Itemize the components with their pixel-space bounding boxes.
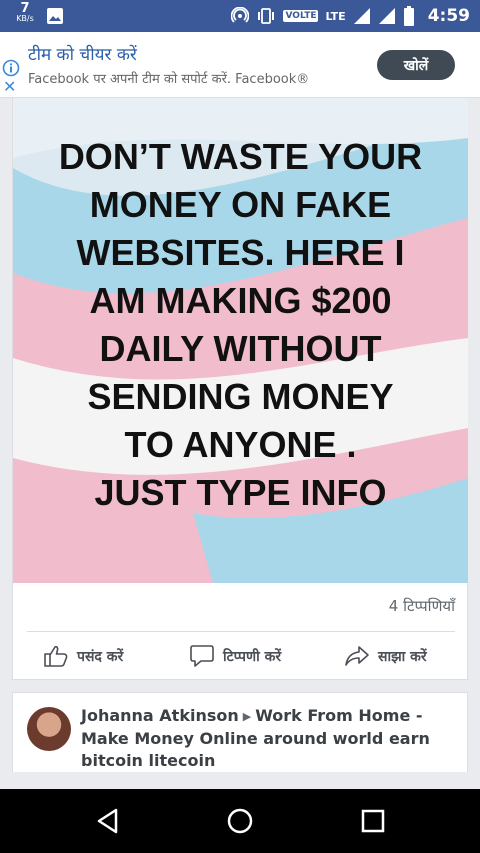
recents-icon[interactable] bbox=[360, 807, 386, 835]
status-bar: 7 KB/s VOLTE LTE 4:59 bbox=[0, 0, 480, 32]
post-text-line: SENDING MONEY bbox=[87, 376, 394, 417]
comments-count[interactable]: 4 टिप्पणियाँ bbox=[389, 596, 455, 616]
info-icon[interactable] bbox=[2, 59, 20, 77]
share-icon bbox=[345, 646, 369, 666]
ad-banner[interactable]: ✕ टीम को चीयर करें Facebook पर अपनी टीम … bbox=[0, 32, 480, 98]
ad-subtitle: Facebook पर अपनी टीम को सपोर्ट करें. Fac… bbox=[28, 72, 310, 87]
post-card: DON’T WASTE YOUR MONEY ON FAKE WEBSITES.… bbox=[12, 98, 468, 680]
divider bbox=[27, 631, 455, 632]
share-button[interactable]: साझा करें bbox=[344, 642, 427, 670]
post-text-line: DAILY WITHOUT bbox=[99, 328, 382, 369]
post-text-line: TO ANYONE . bbox=[124, 424, 357, 465]
post-image[interactable]: DON’T WASTE YOUR MONEY ON FAKE WEBSITES.… bbox=[13, 98, 468, 583]
comment-label: टिप्पणी करें bbox=[223, 648, 282, 665]
like-icon bbox=[44, 645, 68, 667]
data-speed: 7 KB/s bbox=[12, 2, 38, 23]
post-text-line: JUST TYPE INFO bbox=[94, 472, 387, 513]
open-button[interactable]: खोलें bbox=[377, 50, 455, 80]
clock: 4:59 bbox=[427, 6, 470, 26]
share-label: साझा करें bbox=[378, 648, 427, 665]
data-speed-unit: KB/s bbox=[16, 14, 34, 23]
close-icon[interactable]: ✕ bbox=[3, 79, 16, 95]
comment-icon bbox=[190, 645, 214, 667]
volte-badge: VOLTE bbox=[283, 10, 319, 22]
battery-icon bbox=[403, 6, 414, 26]
post-text-line: AM MAKING $200 bbox=[89, 280, 392, 321]
lte-label: LTE bbox=[325, 9, 346, 23]
signal-icon bbox=[353, 8, 370, 24]
author-name[interactable]: Johanna Atkinson bbox=[81, 706, 239, 725]
like-label: पसंद करें bbox=[77, 648, 124, 665]
vibrate-icon bbox=[258, 8, 275, 24]
chevron-right-icon: ▶ bbox=[242, 710, 252, 723]
back-icon[interactable] bbox=[94, 807, 122, 835]
comment-button[interactable]: टिप्पणी करें bbox=[189, 642, 281, 670]
post-text-line: MONEY ON FAKE bbox=[89, 184, 392, 225]
feed-card: Johanna Atkinson ▶ Work From Home - Make M… bbox=[12, 692, 468, 772]
hotspot-icon bbox=[231, 7, 250, 23]
navigation-bar bbox=[0, 789, 480, 853]
post-image-text: DON’T WASTE YOUR MONEY ON FAKE WEBSITES.… bbox=[23, 133, 458, 517]
feed-header: Johanna Atkinson ▶ Work From Home - Make M… bbox=[81, 705, 451, 772]
post-text-line: WEBSITES. HERE I bbox=[76, 232, 405, 273]
post-text-line: DON’T WASTE YOUR bbox=[58, 136, 423, 177]
gallery-icon bbox=[47, 8, 63, 24]
home-icon[interactable] bbox=[226, 807, 254, 835]
ad-title[interactable]: टीम को चीयर करें bbox=[28, 42, 137, 65]
signal-icon bbox=[378, 8, 395, 24]
avatar[interactable] bbox=[27, 707, 71, 751]
like-button[interactable]: पसंद करें bbox=[43, 642, 123, 670]
